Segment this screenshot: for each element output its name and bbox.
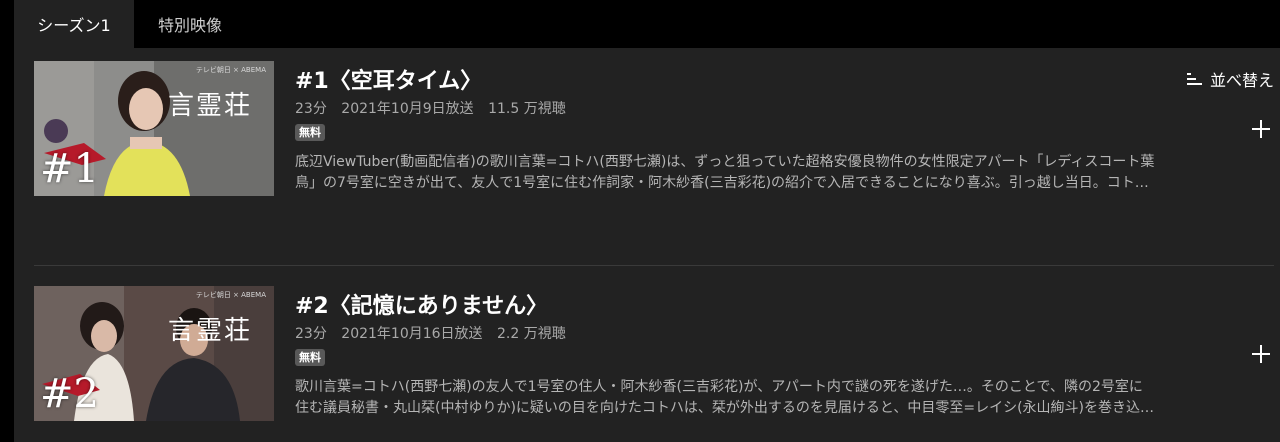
free-badge: 無料 [295, 124, 325, 141]
tab-special-videos[interactable]: 特別映像 [148, 0, 232, 48]
free-badge: 無料 [295, 349, 325, 366]
thumbnail-episode-number: #2 [40, 371, 99, 417]
episode-duration: 23分 [295, 101, 327, 117]
plus-icon [1252, 345, 1270, 363]
episode-title[interactable]: #2〈記憶にありません〉 [295, 288, 548, 320]
episode-broadcast-date: 2021年10月16日放送 [341, 326, 483, 342]
episode-view-count: 2.2 万視聴 [497, 326, 566, 342]
episode-thumbnail[interactable]: テレビ朝日 × ABEMA 言霊荘 #2 [34, 286, 274, 421]
episode-description: 底辺ViewTuber(動画配信者)の歌川言葉=コトハ(西野七瀬)は、ずっと狙っ… [295, 152, 1225, 194]
tab-season-1[interactable]: シーズン1 [14, 0, 134, 48]
episode-broadcast-date: 2021年10月9日放送 [341, 101, 474, 117]
thumbnail-credit: テレビ朝日 × ABEMA [195, 291, 266, 299]
episode-item[interactable]: テレビ朝日 × ABEMA 言霊荘 #1 #1〈空耳タイム〉 23分 2021年… [34, 61, 1274, 197]
description-line: 住む議員秘書・丸山栞(中村ゆりか)に疑いの目を向けたコトハは、栞が外出するのを見… [295, 400, 1155, 416]
thumbnail-title-logo: 言霊荘 [167, 91, 252, 121]
thumbnail-title-logo: 言霊荘 [167, 316, 252, 346]
episode-thumbnail[interactable]: テレビ朝日 × ABEMA 言霊荘 #1 [34, 61, 274, 196]
episode-meta: 23分 2021年10月16日放送 2.2 万視聴 [295, 323, 576, 343]
description-line: 歌川言葉=コトハ(西野七瀬)の友人で1号室の住人・阿木紗香(三吉彩花)が、アパー… [295, 379, 1143, 395]
episode-item[interactable]: テレビ朝日 × ABEMA 言霊荘 #2 #2〈記憶にありません〉 23分 20… [34, 286, 1274, 422]
add-to-mylist-button[interactable] [1248, 116, 1274, 142]
add-to-mylist-button[interactable] [1248, 341, 1274, 367]
thumbnail-episode-number: #1 [40, 146, 99, 192]
description-line: 鳥」の7号室に空きが出て、友人で1号室に住む作詞家・阿木紗香(三吉彩花)の紹介で… [295, 175, 1149, 191]
episode-divider [34, 265, 1274, 266]
thumbnail-credit: テレビ朝日 × ABEMA [195, 66, 266, 74]
episode-view-count: 11.5 万視聴 [488, 101, 566, 117]
episode-description: 歌川言葉=コトハ(西野七瀬)の友人で1号室の住人・阿木紗香(三吉彩花)が、アパー… [295, 377, 1225, 419]
plus-icon [1252, 120, 1270, 138]
season-tab-bar: シーズン1 特別映像 [0, 0, 1280, 48]
episode-title[interactable]: #1〈空耳タイム〉 [295, 63, 482, 95]
episode-meta: 23分 2021年10月9日放送 11.5 万視聴 [295, 98, 576, 118]
episode-duration: 23分 [295, 326, 327, 342]
description-line: 底辺ViewTuber(動画配信者)の歌川言葉=コトハ(西野七瀬)は、ずっと狙っ… [295, 154, 1155, 170]
